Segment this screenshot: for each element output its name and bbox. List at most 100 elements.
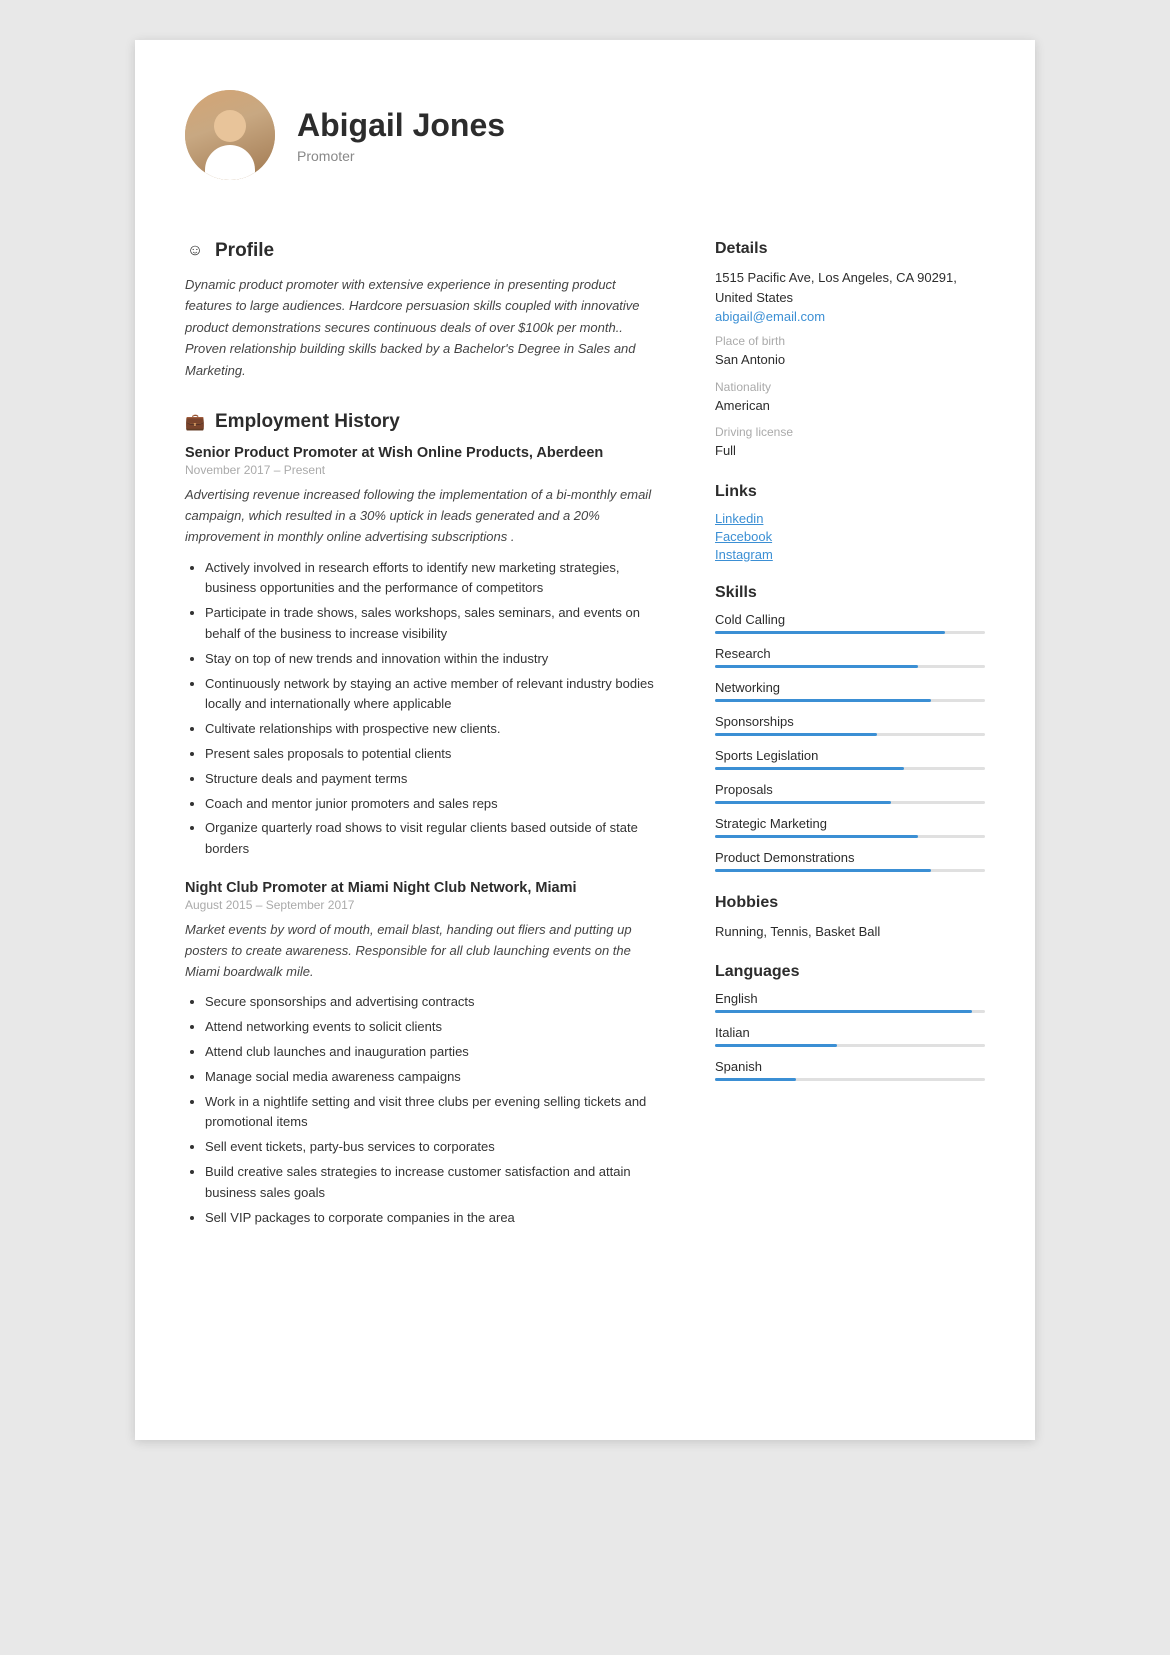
links-section-title: Links — [715, 483, 985, 501]
list-item: Participate in trade shows, sales worksh… — [205, 603, 665, 645]
languages-list: English Italian Spanish — [715, 991, 985, 1081]
job-description-2: Market events by word of mouth, email bl… — [185, 920, 665, 982]
job-item: Night Club Promoter at Miami Night Club … — [185, 880, 665, 1228]
profile-text: Dynamic product promoter with extensive … — [185, 274, 665, 381]
skill-bar-fill — [715, 733, 877, 736]
employment-section-title: 💼 Employment History — [185, 411, 665, 433]
skill-item: Research — [715, 646, 985, 668]
nationality-value: American — [715, 396, 985, 416]
nationality-label: Nationality — [715, 380, 985, 394]
skill-name: Strategic Marketing — [715, 816, 985, 831]
skill-bar-bg — [715, 869, 985, 872]
skill-bar-fill — [715, 665, 918, 668]
skill-item: Sponsorships — [715, 714, 985, 736]
language-name: Spanish — [715, 1059, 985, 1074]
language-bar-fill — [715, 1044, 837, 1047]
language-bar-fill — [715, 1010, 972, 1013]
skill-item: Cold Calling — [715, 612, 985, 634]
avatar — [185, 90, 275, 180]
skill-bar-bg — [715, 767, 985, 770]
list-item: Sell event tickets, party-bus services t… — [205, 1137, 665, 1158]
job-period-2: August 2015 – September 2017 — [185, 898, 665, 912]
place-of-birth-label: Place of birth — [715, 334, 985, 348]
driving-license-label: Driving license — [715, 425, 985, 439]
skill-name: Product Demonstrations — [715, 850, 985, 865]
profile-section-title: ☺ Profile — [185, 240, 665, 262]
list-item: Secure sponsorships and advertising cont… — [205, 992, 665, 1013]
skill-bar-fill — [715, 699, 931, 702]
list-item: Organize quarterly road shows to visit r… — [205, 818, 665, 860]
job-period-1: November 2017 – Present — [185, 463, 665, 477]
skill-name: Sports Legislation — [715, 748, 985, 763]
link-facebook[interactable]: Facebook — [715, 529, 985, 544]
jobs-list: Senior Product Promoter at Wish Online P… — [185, 445, 665, 1228]
skill-bar-bg — [715, 733, 985, 736]
language-name: English — [715, 991, 985, 1006]
profile-icon: ☺ — [185, 241, 205, 261]
language-name: Italian — [715, 1025, 985, 1040]
list-item: Coach and mentor junior promoters and sa… — [205, 794, 665, 815]
driving-license-value: Full — [715, 441, 985, 461]
person-title: Promoter — [297, 148, 505, 164]
skill-item: Strategic Marketing — [715, 816, 985, 838]
job-title-1: Senior Product Promoter at Wish Online P… — [185, 445, 665, 461]
list-item: Structure deals and payment terms — [205, 769, 665, 790]
list-item: Actively involved in research efforts to… — [205, 558, 665, 600]
sidebar-column: Details 1515 Pacific Ave, Los Angeles, C… — [705, 240, 985, 1380]
header-text: Abigail Jones Promoter — [297, 107, 505, 164]
employment-icon: 💼 — [185, 412, 205, 432]
job-description-1: Advertising revenue increased following … — [185, 485, 665, 547]
list-item: Present sales proposals to potential cli… — [205, 744, 665, 765]
main-column: ☺ Profile Dynamic product promoter with … — [185, 240, 705, 1380]
hobbies-text: Running, Tennis, Basket Ball — [715, 922, 985, 942]
language-bar-fill — [715, 1078, 796, 1081]
list-item: Sell VIP packages to corporate companies… — [205, 1208, 665, 1229]
job-item: Senior Product Promoter at Wish Online P… — [185, 445, 665, 860]
skill-bar-bg — [715, 631, 985, 634]
detail-address: 1515 Pacific Ave, Los Angeles, CA 90291,… — [715, 268, 985, 307]
person-name: Abigail Jones — [297, 107, 505, 144]
resume-container: Abigail Jones Promoter ☺ Profile Dynamic… — [135, 40, 1035, 1440]
skills-section-title: Skills — [715, 584, 985, 602]
detail-email: abigail@email.com — [715, 309, 985, 324]
language-item: Spanish — [715, 1059, 985, 1081]
skill-bar-bg — [715, 835, 985, 838]
list-item: Attend club launches and inauguration pa… — [205, 1042, 665, 1063]
languages-section-title: Languages — [715, 963, 985, 981]
list-item: Attend networking events to solicit clie… — [205, 1017, 665, 1038]
hobbies-section-title: Hobbies — [715, 894, 985, 912]
list-item: Cultivate relationships with prospective… — [205, 719, 665, 740]
skill-bar-bg — [715, 801, 985, 804]
skill-bar-bg — [715, 699, 985, 702]
details-section-title: Details — [715, 240, 985, 258]
link-linkedin[interactable]: Linkedin — [715, 511, 985, 526]
skill-bar-fill — [715, 767, 904, 770]
skill-bar-fill — [715, 835, 918, 838]
skill-item: Networking — [715, 680, 985, 702]
skill-name: Research — [715, 646, 985, 661]
job-bullets-2: Secure sponsorships and advertising cont… — [185, 992, 665, 1228]
list-item: Build creative sales strategies to incre… — [205, 1162, 665, 1204]
skill-bar-fill — [715, 801, 891, 804]
header: Abigail Jones Promoter — [185, 90, 985, 205]
skill-bar-fill — [715, 869, 931, 872]
skill-item: Product Demonstrations — [715, 850, 985, 872]
list-item: Work in a nightlife setting and visit th… — [205, 1092, 665, 1134]
language-bar-bg — [715, 1078, 985, 1081]
job-bullets-1: Actively involved in research efforts to… — [185, 558, 665, 860]
skill-name: Sponsorships — [715, 714, 985, 729]
skill-item: Proposals — [715, 782, 985, 804]
skill-bar-fill — [715, 631, 945, 634]
skill-name: Proposals — [715, 782, 985, 797]
language-bar-bg — [715, 1044, 985, 1047]
skill-name: Cold Calling — [715, 612, 985, 627]
link-instagram[interactable]: Instagram — [715, 547, 985, 562]
language-bar-bg — [715, 1010, 985, 1013]
list-item: Stay on top of new trends and innovation… — [205, 649, 665, 670]
list-item: Manage social media awareness campaigns — [205, 1067, 665, 1088]
list-item: Continuously network by staying an activ… — [205, 674, 665, 716]
skill-item: Sports Legislation — [715, 748, 985, 770]
skill-bar-bg — [715, 665, 985, 668]
place-of-birth-value: San Antonio — [715, 350, 985, 370]
skill-name: Networking — [715, 680, 985, 695]
